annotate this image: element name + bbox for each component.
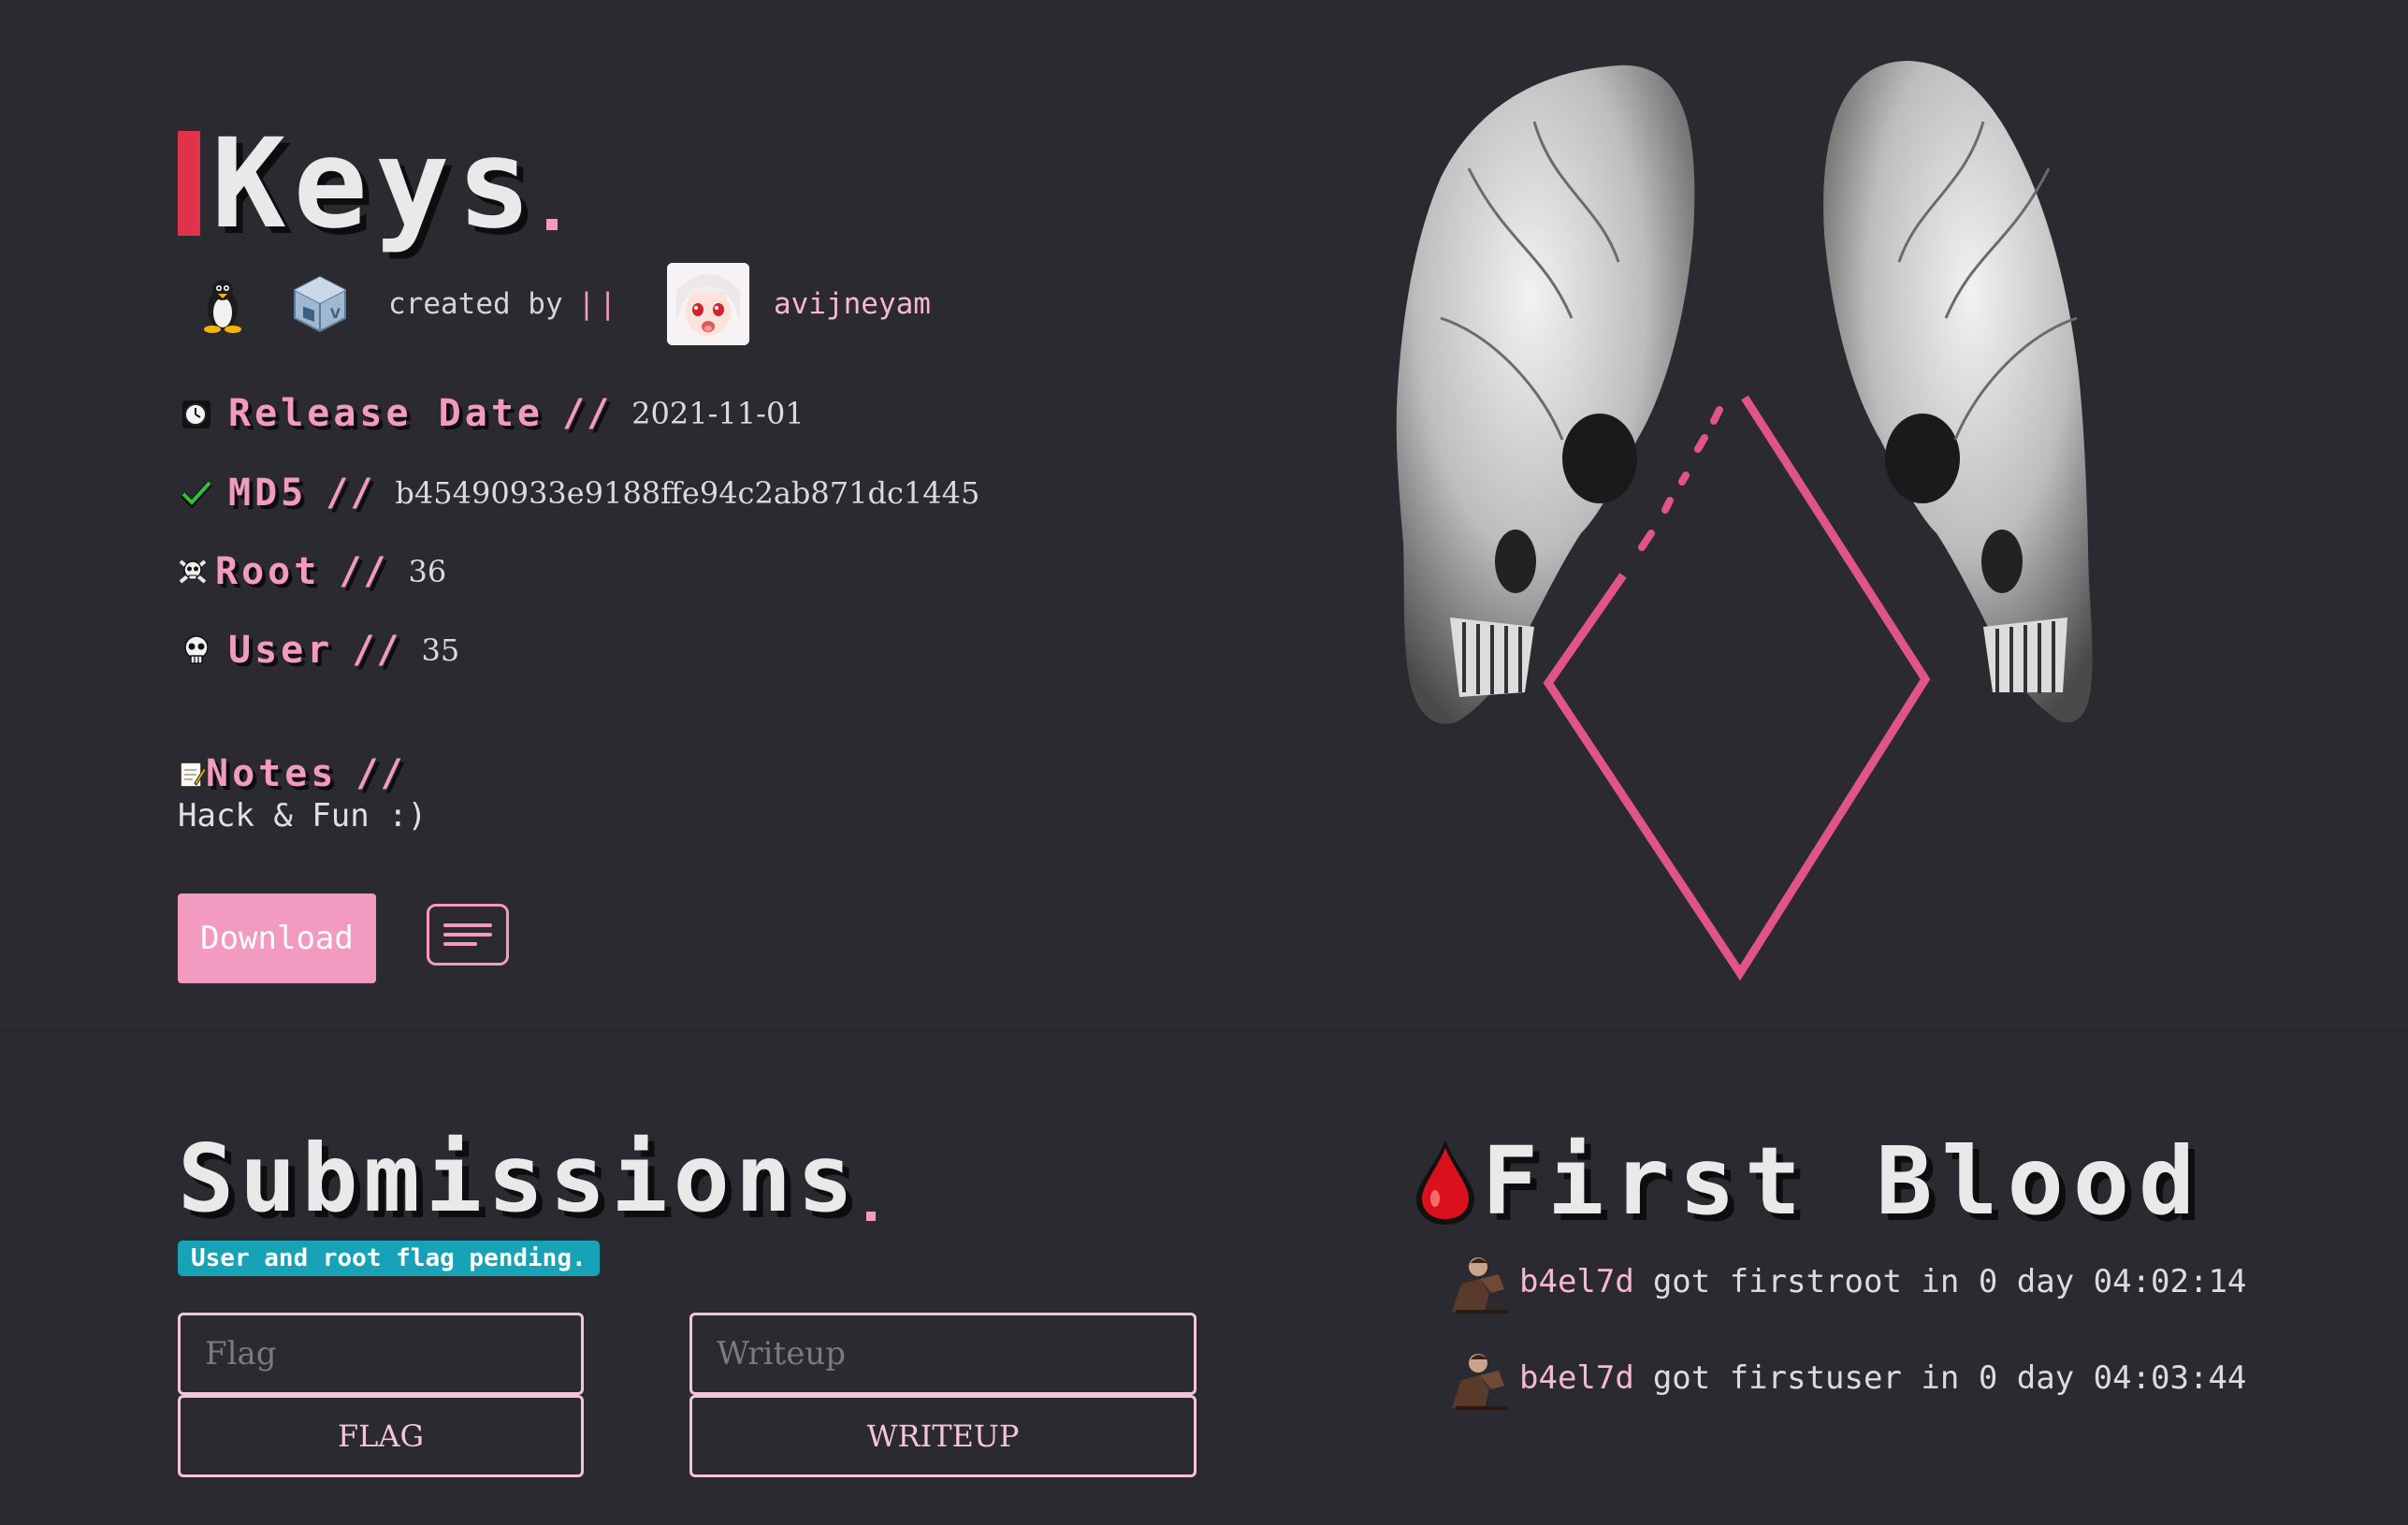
notes-label: Notes <box>206 752 338 795</box>
first-blood-root-text: got firstroot in 0 day 04:02:14 <box>1652 1263 2247 1300</box>
clock-icon <box>178 395 215 432</box>
section-divider <box>0 1029 2408 1032</box>
virtualbox-icon: V <box>294 275 346 333</box>
root-slash: // <box>339 550 388 593</box>
user-avatar-icon[interactable] <box>1443 1246 1516 1317</box>
first-blood-user-text: got firstuser in 0 day 04:03:44 <box>1652 1359 2247 1397</box>
menu-icon <box>443 923 492 946</box>
writeup-submit-button[interactable]: WRITEUP <box>689 1395 1197 1477</box>
root-row: Root // 36 <box>178 546 446 597</box>
md5-slash: // <box>326 472 375 515</box>
writeup-input[interactable] <box>689 1313 1197 1395</box>
svg-text:V: V <box>330 307 341 322</box>
release-date-row: Release Date // 2021-11-01 <box>178 388 805 439</box>
creator-separator: || <box>577 287 620 321</box>
status-badge: User and root flag pending. <box>178 1241 600 1276</box>
first-blood-user-user[interactable]: b4el7d <box>1519 1359 1634 1397</box>
creator-name-link[interactable]: avijneyam <box>774 287 931 321</box>
user-row: User // 35 <box>178 625 459 675</box>
writeups-menu-button[interactable] <box>427 904 509 966</box>
notes-slash: // <box>355 752 405 795</box>
release-date-slash: // <box>561 392 612 435</box>
notes-row: Notes // <box>178 748 405 799</box>
left-skull-illustration <box>1396 65 1695 724</box>
machine-header: Keys V created by || avijneyam Release D… <box>0 0 2408 1029</box>
release-date-value: 2021-11-01 <box>631 396 805 431</box>
first-blood-root-user[interactable]: b4el7d <box>1519 1263 1634 1300</box>
user-owns-count: 35 <box>421 632 460 668</box>
flag-submit-button[interactable]: FLAG <box>178 1395 584 1477</box>
creator-avatar[interactable] <box>666 263 749 345</box>
title-dot <box>545 219 558 230</box>
skull-crossbones-icon <box>178 553 208 590</box>
download-button[interactable]: Download <box>178 893 376 983</box>
user-avatar-icon[interactable] <box>1443 1343 1516 1414</box>
md5-value: b45490933e9188ffe94c2ab871dc1445 <box>395 475 980 511</box>
creator-row: V created by || avijneyam <box>192 263 931 345</box>
submissions-title-dot <box>866 1212 877 1221</box>
linux-penguin-icon <box>204 280 241 333</box>
machine-title-block: Keys <box>178 112 558 256</box>
memo-icon <box>178 755 206 792</box>
machine-title: Keys <box>211 112 539 256</box>
first-blood-root-row: b4el7d got firstroot in 0 day 04:02:14 <box>1443 1246 2246 1317</box>
machine-cover-art <box>1396 61 2093 981</box>
root-label: Root <box>215 550 321 593</box>
user-label: User <box>228 629 334 672</box>
skull-icon <box>178 632 215 669</box>
right-skull-illustration <box>1823 61 2093 723</box>
title-accent-bar <box>178 131 200 236</box>
release-date-label: Release Date <box>228 392 544 435</box>
md5-label: MD5 <box>228 472 308 515</box>
first-blood-title: First Blood <box>1482 1126 2205 1236</box>
first-blood-user-row: b4el7d got firstuser in 0 day 04:03:44 <box>1443 1343 2246 1414</box>
blood-drop-icon <box>1416 1140 1474 1225</box>
submissions-title-block: Submissions <box>178 1124 877 1233</box>
root-owns-count: 36 <box>408 554 447 589</box>
check-icon <box>178 474 215 512</box>
first-blood-title-block: First Blood <box>1413 1130 2204 1233</box>
submissions-title: Submissions <box>178 1124 860 1233</box>
md5-row: MD5 // b45490933e9188ffe94c2ab871dc1445 <box>178 468 979 518</box>
notes-text: Hack & Fun :) <box>178 797 428 835</box>
created-by-label: created by <box>388 287 563 321</box>
user-slash: // <box>352 629 401 672</box>
flag-input[interactable] <box>178 1313 584 1395</box>
